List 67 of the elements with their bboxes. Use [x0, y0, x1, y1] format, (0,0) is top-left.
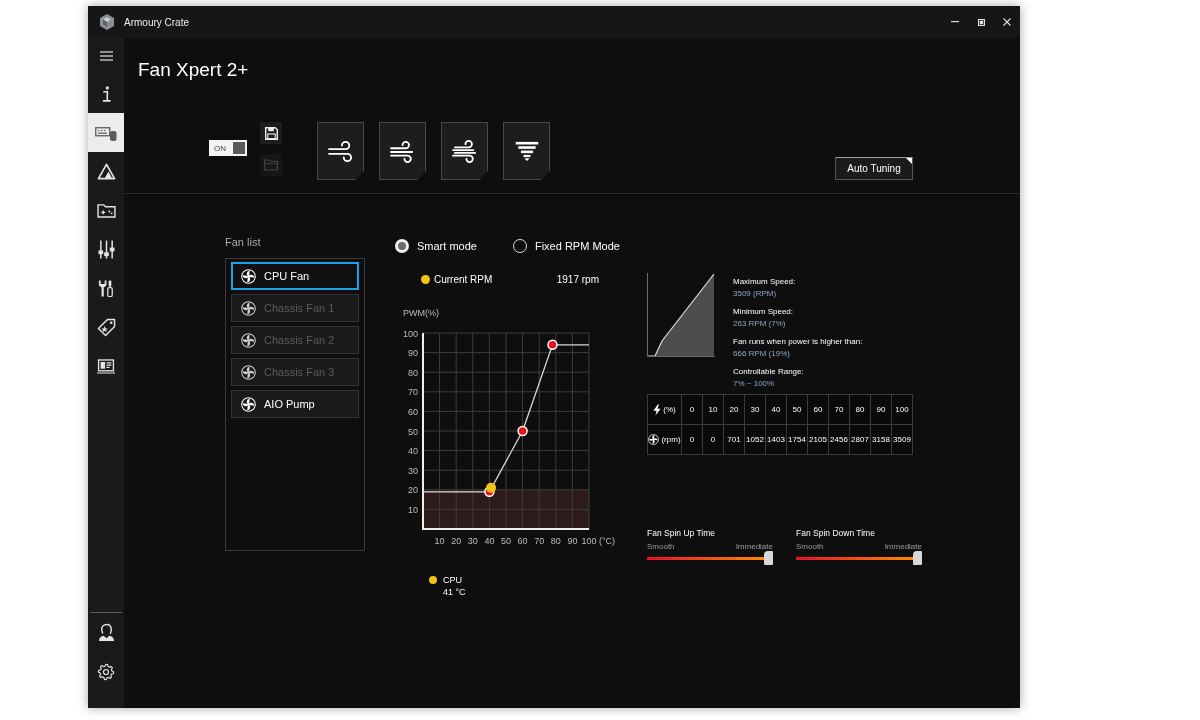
page-title: Fan Xpert 2+ — [138, 58, 249, 82]
slider-max-label: Immediate — [884, 541, 922, 552]
table-cell: 20 — [724, 395, 745, 425]
axis-title: PWM(%) — [403, 308, 439, 318]
table-cell: 60 — [808, 395, 829, 425]
table-cell: 2456 — [829, 425, 850, 455]
fan-list-title: Fan list — [225, 235, 261, 249]
info-value: 263 RPM (7%) — [733, 317, 786, 329]
table-cell: 0 — [682, 425, 703, 455]
axis-tick-label: 80 — [408, 367, 418, 378]
table-cell: 2105 — [808, 425, 829, 455]
slider-max-label: Immediate — [735, 541, 773, 552]
table-cell: 701 — [724, 425, 745, 455]
axis-tick-label: 20 — [451, 536, 462, 546]
info-label: Controllable Range: — [733, 366, 804, 378]
table-cell: 3158 — [871, 425, 892, 455]
slider-min-label: Smooth — [647, 541, 675, 552]
axis-title: (°C) — [599, 536, 616, 546]
axis-tick-label: 40 — [484, 536, 495, 546]
info-label: Minimum Speed: — [733, 306, 794, 318]
table-cell: 30 — [745, 395, 766, 425]
axis-tick-label: 50 — [408, 426, 418, 437]
unit-label: (%) — [663, 405, 676, 414]
table-cell: 0 — [703, 425, 724, 455]
table-cell: 10 — [703, 395, 724, 425]
table-cell: 1754 — [787, 425, 808, 455]
axis-tick-label: 70 — [534, 536, 545, 546]
axis-tick-label: 50 — [501, 536, 511, 546]
axis-tick-label: 10 — [408, 504, 418, 515]
info-value: 3509 (RPM) — [733, 287, 777, 299]
current-rpm-value: 1917 rpm — [556, 273, 599, 285]
axis-tick-label: 40 — [408, 446, 418, 457]
table-cell: 80 — [850, 395, 871, 425]
window-title: Armoury Crate — [124, 16, 189, 28]
axis-tick-label: 30 — [467, 536, 478, 546]
table-cell: 2807 — [850, 425, 871, 455]
axis-tick-label: 100 — [581, 536, 597, 546]
sensor-value: 41 °C — [443, 586, 466, 598]
table-cell: 70 — [829, 395, 850, 425]
table-cell: 50 — [787, 395, 808, 425]
axis-tick-label: 90 — [567, 536, 578, 546]
axis-tick-label: 80 — [550, 536, 561, 546]
info-label: Fan runs when power is higher than: — [733, 336, 863, 348]
axis-tick-label: 60 — [408, 406, 418, 417]
sensor-label: CPU — [443, 574, 462, 586]
slider-min-label: Smooth — [796, 541, 824, 552]
table-cell: 100 — [892, 395, 913, 425]
axis-tick-label: 20 — [408, 485, 418, 496]
current-rpm-label: Current RPM — [434, 273, 493, 285]
table-cell: 1403 — [766, 425, 787, 455]
table-cell: 40 — [766, 395, 787, 425]
axis-tick-label: 30 — [408, 465, 418, 476]
axis-tick-label: 100 — [402, 328, 418, 339]
info-value: 7% ~ 100% — [733, 377, 775, 389]
table-cell: 90 — [871, 395, 892, 425]
slider-title: Fan Spin Up Time — [647, 528, 716, 539]
slider-title: Fan Spin Down Time — [796, 528, 875, 539]
table-cell: 1052 — [745, 425, 766, 455]
table-cell: 0 — [682, 395, 703, 425]
axis-tick-label: 90 — [408, 348, 418, 359]
info-value: 666 RPM (19%) — [733, 347, 790, 359]
axis-tick-label: 70 — [408, 387, 418, 398]
unit-label: (rpm) — [661, 435, 681, 444]
axis-tick-label: 60 — [517, 536, 528, 546]
axis-tick-label: 10 — [434, 536, 445, 546]
info-label: Maximum Speed: — [733, 276, 796, 288]
table-cell: 3509 — [892, 425, 913, 455]
